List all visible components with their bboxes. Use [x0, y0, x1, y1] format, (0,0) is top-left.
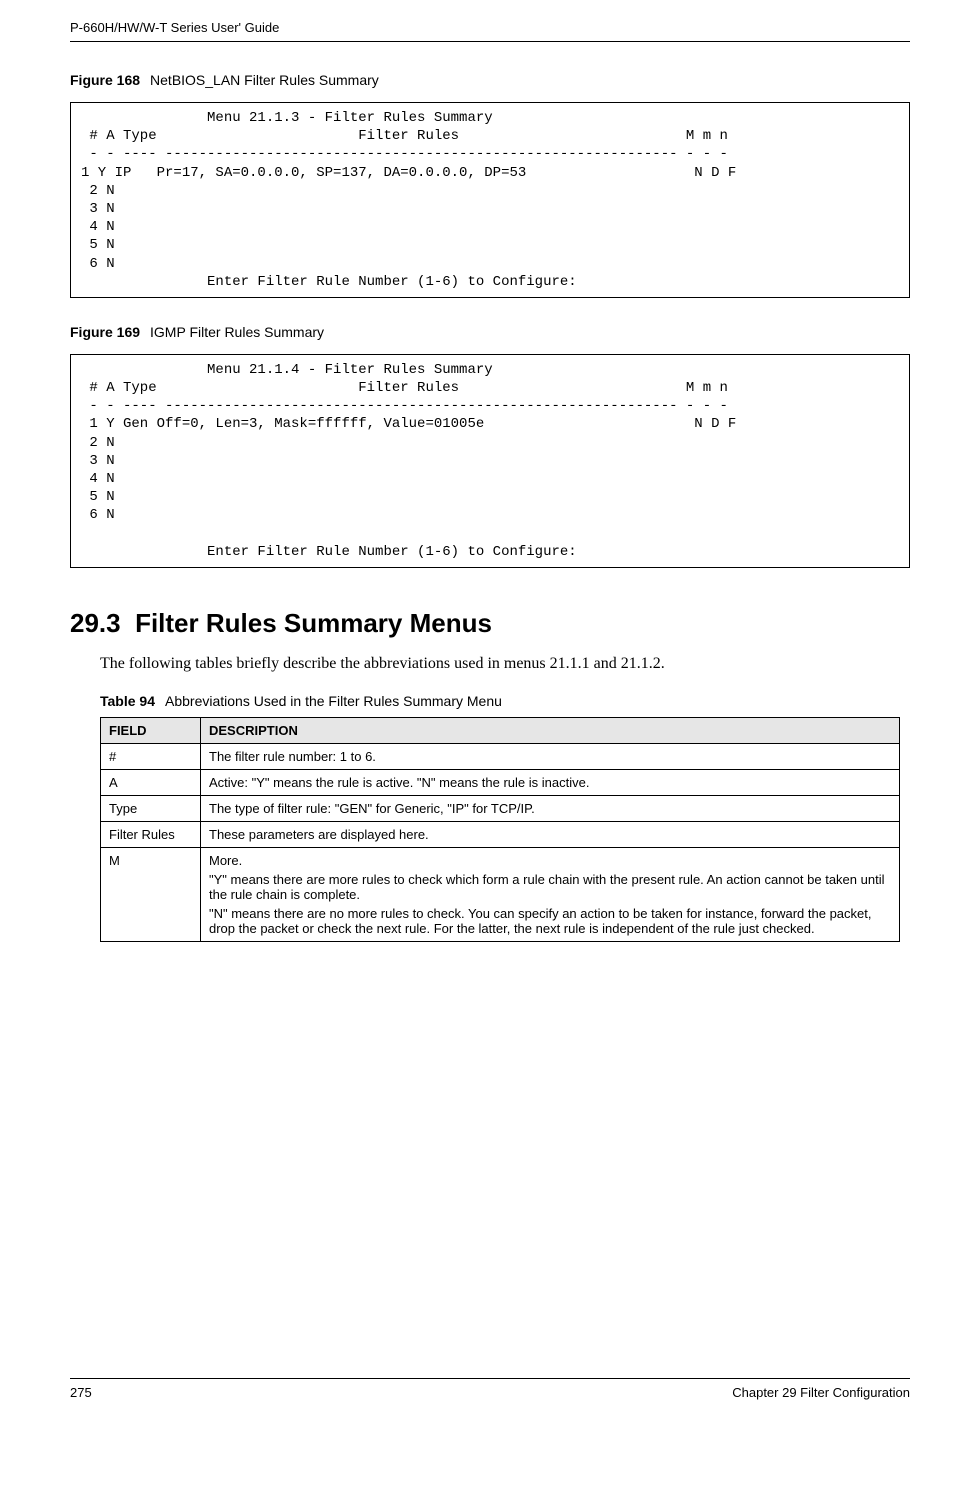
doc-header-title: P-660H/HW/W-T Series User' Guide — [70, 20, 910, 35]
table-cell-field: Type — [101, 795, 201, 821]
header-divider — [70, 41, 910, 42]
table-cell-desc-line: More. — [209, 853, 891, 868]
figure-168-terminal: Menu 21.1.3 - Filter Rules Summary # A T… — [70, 102, 910, 298]
footer: 275 Chapter 29 Filter Configuration — [70, 1378, 910, 1400]
figure-169-title: IGMP Filter Rules Summary — [150, 324, 324, 340]
table-cell-desc: The filter rule number: 1 to 6. — [201, 743, 900, 769]
table-header-row: FIELD DESCRIPTION — [101, 717, 900, 743]
section-title: Filter Rules Summary Menus — [135, 608, 492, 638]
section-heading: 29.3 Filter Rules Summary Menus — [70, 608, 910, 639]
table-row: Type The type of filter rule: "GEN" for … — [101, 795, 900, 821]
table-cell-desc: Active: "Y" means the rule is active. "N… — [201, 769, 900, 795]
figure-168-label: Figure 168 — [70, 72, 140, 88]
table-94-title: Abbreviations Used in the Filter Rules S… — [165, 693, 502, 709]
table-94-caption: Table 94 Abbreviations Used in the Filter… — [100, 693, 910, 709]
table-94-label: Table 94 — [100, 693, 155, 709]
table-row: M More. "Y" means there are more rules t… — [101, 847, 900, 941]
figure-169-caption: Figure 169 IGMP Filter Rules Summary — [70, 324, 910, 340]
figure-169-terminal: Menu 21.1.4 - Filter Rules Summary # A T… — [70, 354, 910, 568]
footer-page-number: 275 — [70, 1385, 92, 1400]
table-cell-desc: These parameters are displayed here. — [201, 821, 900, 847]
table-row: A Active: "Y" means the rule is active. … — [101, 769, 900, 795]
table-cell-desc-line: "Y" means there are more rules to check … — [209, 872, 891, 902]
table-row: # The filter rule number: 1 to 6. — [101, 743, 900, 769]
table-header-field: FIELD — [101, 717, 201, 743]
section-number: 29.3 — [70, 608, 121, 638]
table-row: Filter Rules These parameters are displa… — [101, 821, 900, 847]
figure-168-title: NetBIOS_LAN Filter Rules Summary — [150, 72, 379, 88]
table-cell-field: M — [101, 847, 201, 941]
figure-168-caption: Figure 168 NetBIOS_LAN Filter Rules Summa… — [70, 72, 910, 88]
table-cell-desc: The type of filter rule: "GEN" for Gener… — [201, 795, 900, 821]
figure-169-label: Figure 169 — [70, 324, 140, 340]
table-cell-field: A — [101, 769, 201, 795]
table-cell-field: Filter Rules — [101, 821, 201, 847]
table-94: FIELD DESCRIPTION # The filter rule numb… — [100, 717, 900, 942]
table-cell-field: # — [101, 743, 201, 769]
table-header-description: DESCRIPTION — [201, 717, 900, 743]
footer-chapter: Chapter 29 Filter Configuration — [732, 1385, 910, 1400]
table-cell-desc: More. "Y" means there are more rules to … — [201, 847, 900, 941]
table-cell-desc-line: "N" means there are no more rules to che… — [209, 906, 891, 936]
section-intro: The following tables briefly describe th… — [100, 655, 910, 673]
